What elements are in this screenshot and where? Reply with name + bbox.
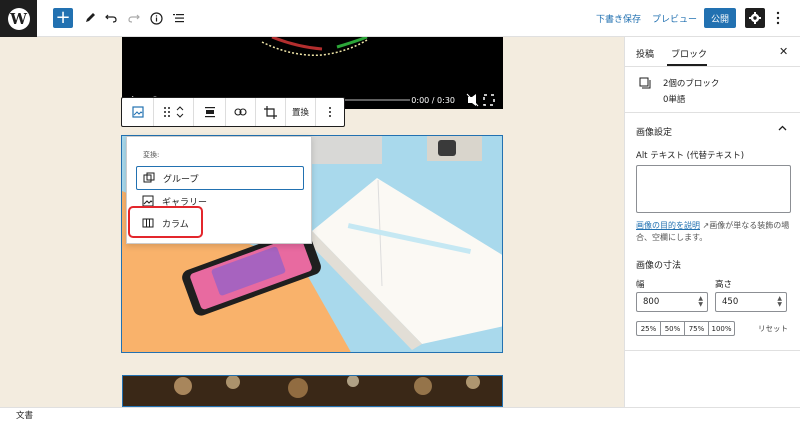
editor-canvas: 0:00 / 0:30 置換 変換: グループ ギャラリー カラム (0, 37, 624, 407)
height-input[interactable]: 450 ▲ ▼ (715, 292, 787, 312)
bokeh-image (123, 376, 502, 406)
size-percent-group: 25% 50% 75% 100% (636, 321, 735, 336)
transform-item-group[interactable]: グループ (136, 166, 304, 190)
group-icon (143, 172, 155, 183)
width-label: 幅 (636, 280, 645, 290)
image-settings-title[interactable]: 画像設定 (636, 125, 672, 138)
transform-title: 変換: (143, 151, 160, 159)
settings-gear-icon[interactable] (745, 8, 765, 28)
percent-100-button[interactable]: 100% (709, 322, 734, 335)
spinner-icon[interactable]: ▲ ▼ (698, 296, 703, 308)
block-toolbar: 置換 (121, 97, 345, 127)
percent-50-button[interactable]: 50% (661, 322, 685, 335)
active-tab-indicator (667, 64, 707, 66)
settings-sidebar: 投稿 ブロック ✕ 2個のブロック 0単語 画像設定 Alt テキスト (代替テ… (624, 37, 800, 407)
reset-button[interactable]: リセット (758, 323, 788, 334)
multi-block-icon (639, 77, 651, 89)
highlight-frame (128, 206, 203, 238)
wordpress-logo-icon[interactable]: W (0, 0, 37, 37)
height-label: 高さ (715, 280, 733, 290)
transform-item-label: グループ (163, 174, 199, 185)
block-info: 2個のブロック 0単語 (625, 67, 800, 113)
divider (625, 350, 800, 351)
spinner-icon[interactable]: ▲ ▼ (777, 296, 782, 308)
replace-button[interactable]: 置換 (286, 98, 316, 126)
crop-icon[interactable] (256, 98, 286, 126)
list-view-icon[interactable] (168, 8, 188, 28)
save-draft-button[interactable]: 下書き保存 (596, 12, 641, 25)
video-time: 0:00 / 0:30 (411, 96, 455, 105)
top-toolbar: W + 下書き保存 プレビュー 公開 (0, 0, 800, 37)
image-block-bokeh[interactable] (122, 375, 503, 407)
undo-icon[interactable] (101, 8, 121, 28)
percent-75-button[interactable]: 75% (685, 322, 709, 335)
describe-purpose-link[interactable]: 画像の目的を説明 (636, 221, 700, 230)
width-input[interactable]: 800 ▲ ▼ (636, 292, 708, 312)
block-count: 2個のブロック (663, 79, 720, 89)
image-type-icon[interactable] (122, 98, 154, 126)
chevron-up-icon[interactable] (778, 125, 787, 131)
sidebar-tabs: 投稿 ブロック ✕ (625, 37, 800, 67)
more-options-icon[interactable] (772, 9, 784, 27)
footer-breadcrumb-bar: 文書 (0, 407, 800, 421)
word-count: 0単語 (663, 95, 686, 105)
height-value: 450 (722, 297, 739, 307)
link-icon[interactable] (226, 98, 256, 126)
pen-icon[interactable] (80, 8, 100, 28)
block-more-options-icon[interactable] (316, 98, 344, 126)
alt-help-text: 画像の目的を説明 ↗画像が単なる装飾の場合、空欄にします。 (636, 220, 794, 244)
tab-block[interactable]: ブロック (671, 47, 707, 60)
breadcrumb-document[interactable]: 文書 (16, 409, 33, 421)
drag-move-handle[interactable] (154, 98, 194, 126)
percent-25-button[interactable]: 25% (637, 322, 661, 335)
preview-button[interactable]: プレビュー (652, 12, 697, 25)
alt-text-input[interactable] (636, 165, 791, 213)
image-size-title: 画像の寸法 (636, 261, 682, 271)
redo-icon[interactable] (124, 8, 144, 28)
add-block-button[interactable]: + (53, 8, 73, 28)
tab-post[interactable]: 投稿 (636, 47, 654, 60)
info-icon[interactable] (146, 8, 166, 28)
width-value: 800 (643, 297, 660, 307)
close-icon[interactable]: ✕ (779, 45, 788, 58)
align-icon[interactable] (194, 98, 226, 126)
alt-text-label: Alt テキスト (代替テキスト) (636, 151, 745, 161)
publish-button[interactable]: 公開 (704, 8, 736, 28)
